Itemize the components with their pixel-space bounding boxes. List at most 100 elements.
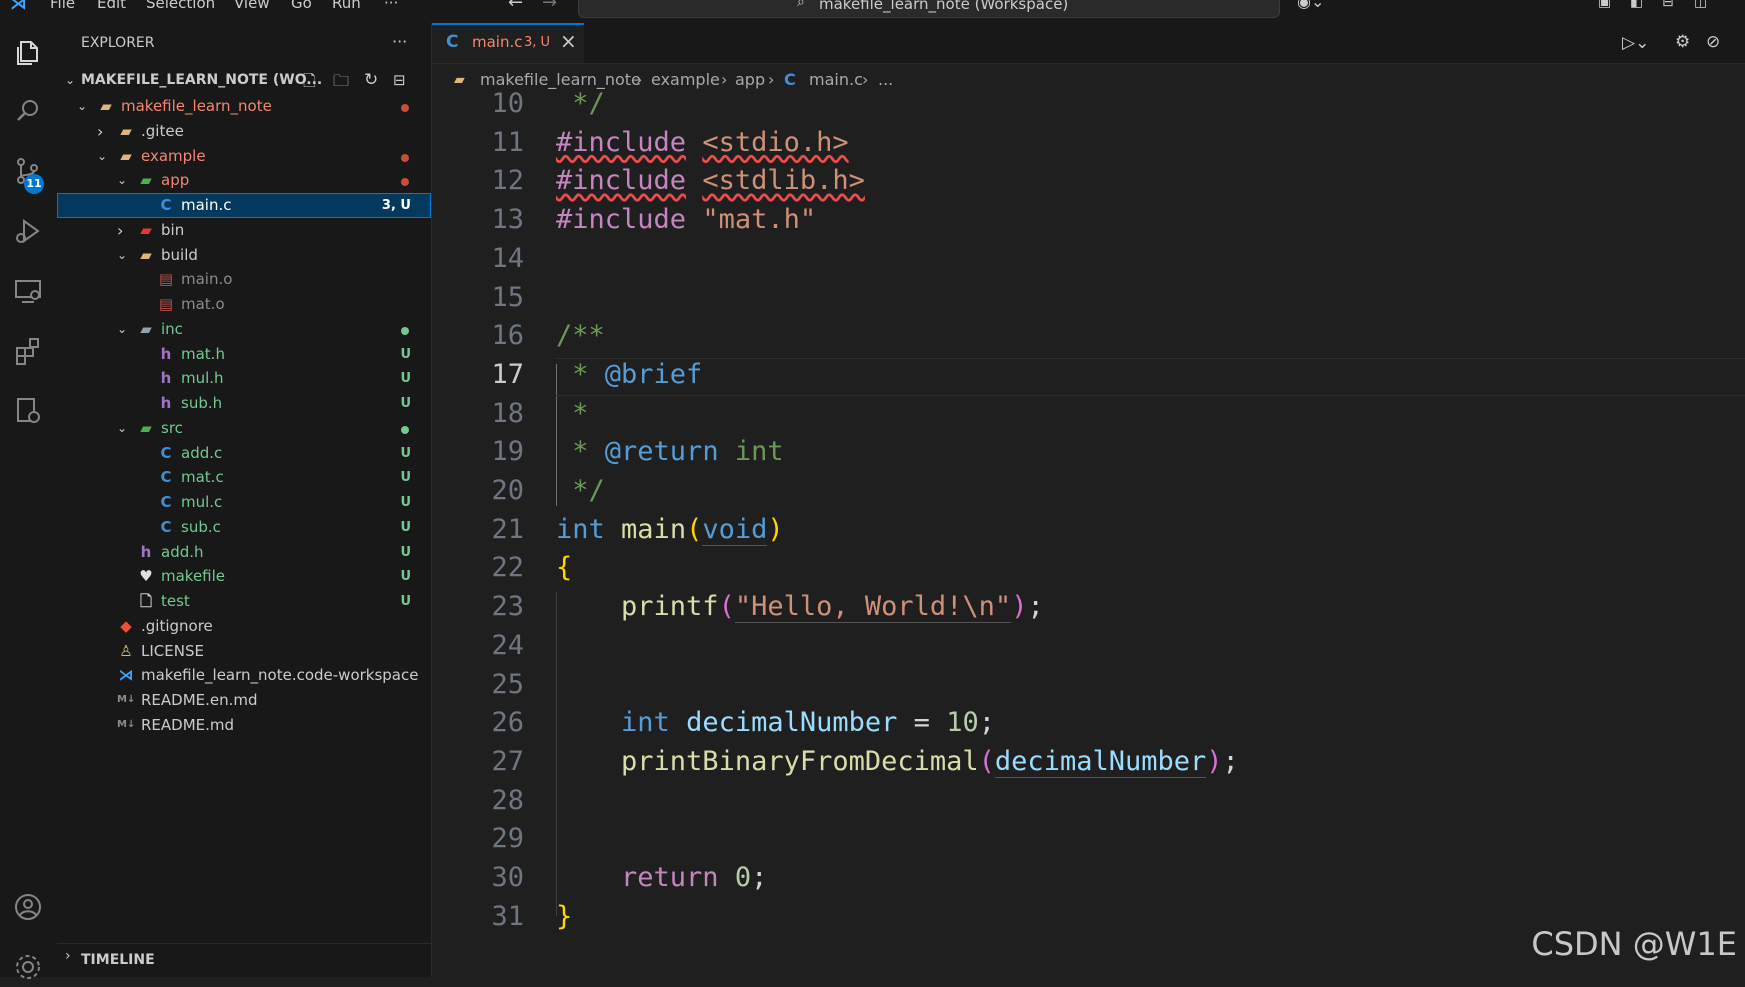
menu-run[interactable]: Run — [332, 0, 361, 12]
new-folder-icon[interactable]: 🗀 — [333, 67, 349, 94]
code-line[interactable]: 25 — [432, 666, 1745, 704]
menu-view[interactable]: View — [234, 0, 270, 12]
explorer-icon[interactable] — [12, 37, 44, 69]
code-line[interactable]: 26 int decimalNumber = 10; — [432, 704, 1745, 742]
code-line[interactable]: 12 #include <stdlib.h> — [432, 162, 1745, 200]
explorer-more-icon[interactable]: ··· — [392, 32, 407, 51]
menu-file[interactable]: File — [50, 0, 75, 12]
title-bar: ⋊ File Edit Selection View Go Run ··· ← … — [0, 0, 1745, 23]
tree-item[interactable]: › ▰ .gitee — [57, 119, 431, 144]
tree-item[interactable]: › ▰ bin — [57, 218, 431, 243]
tree-item[interactable]: Cmat.c U — [57, 465, 431, 490]
toggle-sidebar-icon[interactable]: ◧ — [1630, 0, 1643, 10]
chevron-right-icon[interactable]: › — [97, 119, 111, 144]
code-line[interactable]: 15 — [432, 279, 1745, 317]
tree-item[interactable]: ⌄ ▰ makefile_learn_note — [57, 94, 431, 119]
tree-item[interactable]: Cmain.c 3, U — [57, 193, 431, 218]
code-line[interactable]: 18 * — [432, 395, 1745, 433]
toggle-secondary-sidebar-icon[interactable]: ◫ — [1694, 0, 1707, 10]
menu-selection[interactable]: Selection — [146, 0, 215, 12]
tree-item[interactable]: ⌄ ▰ src — [57, 416, 431, 441]
git-status-dot — [401, 326, 409, 335]
cmake-tools-icon[interactable] — [12, 395, 44, 427]
timeline-section[interactable]: › TIMELINE — [57, 943, 431, 978]
code-token: ; — [978, 707, 995, 739]
layout-icon[interactable]: ▣ — [1598, 0, 1611, 10]
tree-item[interactable]: 🗋 test U — [57, 589, 431, 614]
chevron-down-icon[interactable]: ⌄ — [117, 168, 131, 193]
tree-item[interactable]: M↓ README.en.md — [57, 688, 431, 713]
run-code-icon[interactable]: ▷⌄ — [1622, 33, 1649, 53]
code-editor[interactable]: 10 */11 #include <stdio.h> 12 #include <std… — [432, 88, 1745, 977]
tree-item[interactable]: ⌄ ▰ app — [57, 168, 431, 193]
code-line[interactable]: 21 int main(void) — [432, 511, 1745, 549]
refresh-icon[interactable]: ↻ — [364, 67, 378, 94]
code-line[interactable]: 28 — [432, 782, 1745, 820]
remote-explorer-icon[interactable] — [12, 275, 44, 307]
tree-item[interactable]: ♙ LICENSE — [57, 639, 431, 664]
menu-more[interactable]: ··· — [384, 0, 398, 12]
tree-item[interactable]: ⌄ ▰ inc — [57, 317, 431, 342]
code-line[interactable]: 30 return 0; — [432, 859, 1745, 897]
tree-item[interactable]: ⌄ ▰ build — [57, 243, 431, 268]
manage-gear-icon[interactable] — [12, 951, 44, 983]
code-line[interactable]: 17 * @brief — [432, 356, 1745, 394]
tree-item-label: README.md — [141, 715, 235, 734]
toggle-panel-icon[interactable]: ⊟ — [1662, 0, 1674, 10]
code-line[interactable]: 11 #include <stdio.h> — [432, 124, 1745, 162]
copilot-icon[interactable]: ◉⌄ — [1297, 0, 1324, 11]
back-arrow-icon[interactable]: ← — [508, 0, 523, 13]
tree-item[interactable]: h sub.h U — [57, 391, 431, 416]
accounts-icon[interactable] — [12, 891, 44, 923]
search-icon[interactable] — [12, 95, 44, 127]
chevron-down-icon[interactable]: ⌄ — [97, 144, 111, 169]
code-line[interactable]: 16 /** — [432, 317, 1745, 355]
code-line[interactable]: 29 — [432, 820, 1745, 858]
code-line[interactable]: 22 { — [432, 549, 1745, 587]
workspace-header[interactable]: ⌄ MAKEFILE_LEARN_NOTE (WO... 🗋 🗀 ↻ ⊟ — [57, 67, 431, 94]
chevron-down-icon[interactable]: ⌄ — [77, 94, 91, 119]
code-line[interactable]: 14 — [432, 240, 1745, 278]
menu-edit[interactable]: Edit — [97, 0, 126, 12]
tree-item[interactable]: ▤ mat.o — [57, 292, 431, 317]
code-line[interactable]: 27 printBinaryFromDecimal(decimalNumber)… — [432, 743, 1745, 781]
tree-item[interactable]: M↓ README.md — [57, 713, 431, 738]
code-line[interactable]: 13 #include "mat.h" — [432, 201, 1745, 239]
tree-item[interactable]: h mul.h U — [57, 366, 431, 391]
code-line[interactable]: 23 printf("Hello, World!\n"); — [432, 588, 1745, 626]
menu-go[interactable]: Go — [291, 0, 312, 12]
code-line[interactable]: 19 * @return int — [432, 433, 1745, 471]
chevron-down-icon[interactable]: ⌄ — [117, 243, 131, 268]
close-icon[interactable]: × — [560, 29, 577, 53]
line-number: 10 — [491, 88, 524, 119]
tab-main-c[interactable]: C main.c 3, U × — [432, 23, 584, 63]
vscode-logo-icon[interactable]: ⋊ — [10, 0, 27, 14]
tree-item[interactable]: ⌄ ▰ example — [57, 144, 431, 169]
tree-item[interactable]: ♥ makefile U — [57, 564, 431, 589]
folder-icon: ▰ — [120, 121, 132, 140]
tree-item[interactable]: ◆ .gitignore — [57, 614, 431, 639]
chevron-down-icon[interactable]: ⌄ — [117, 416, 131, 441]
tree-item[interactable]: Cadd.c U — [57, 441, 431, 466]
tree-item[interactable]: h mat.h U — [57, 342, 431, 367]
code-line[interactable]: 20 */ — [432, 472, 1745, 510]
code-line[interactable]: 24 — [432, 627, 1745, 665]
tree-item[interactable]: h add.h U — [57, 540, 431, 565]
tree-item[interactable]: Csub.c U — [57, 515, 431, 540]
tree-item[interactable]: ▤ main.o — [57, 267, 431, 292]
run-debug-icon[interactable] — [12, 215, 44, 247]
command-center[interactable]: ⌕ makefile_learn_note (Workspace) — [578, 0, 1280, 18]
code-token: <stdio.h> — [702, 126, 849, 158]
hide-icon[interactable]: ⊘ — [1706, 32, 1720, 52]
chevron-right-icon[interactable]: › — [117, 218, 131, 243]
tree-item[interactable]: Cmul.c U — [57, 490, 431, 515]
settings-gear-icon[interactable]: ⚙ — [1675, 32, 1690, 52]
new-file-icon[interactable]: 🗋 — [303, 67, 316, 94]
extensions-icon[interactable] — [12, 335, 44, 367]
chevron-down-icon[interactable]: ⌄ — [117, 317, 131, 342]
tree-item-label: example — [141, 146, 206, 165]
forward-arrow-icon[interactable]: → — [542, 0, 557, 13]
code-line[interactable]: 10 */ — [432, 85, 1745, 123]
tree-item[interactable]: ⋊ makefile_learn_note.code-workspace — [57, 663, 431, 688]
collapse-all-icon[interactable]: ⊟ — [393, 67, 406, 94]
